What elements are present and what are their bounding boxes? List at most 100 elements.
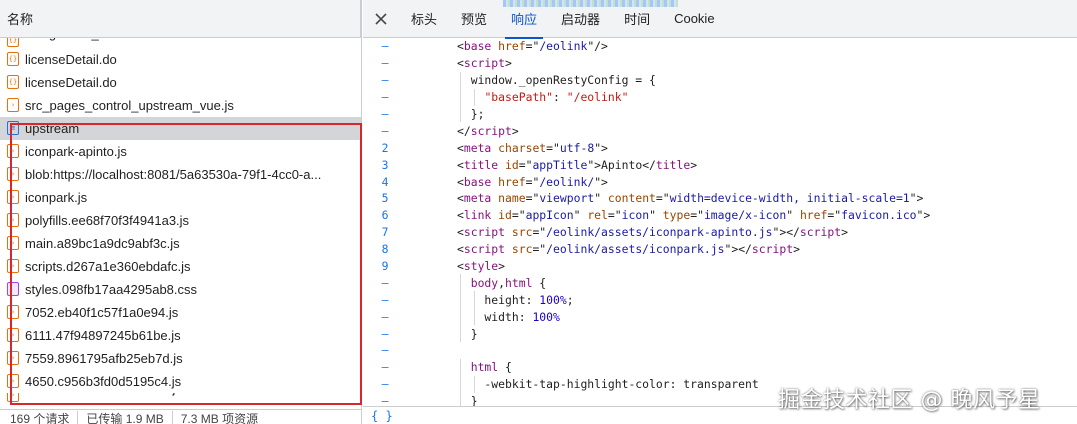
code-text: <style> bbox=[457, 259, 505, 273]
request-row[interactable]: › 7559.8961795afb25eb7d.js bbox=[0, 347, 361, 370]
details-tabbar: 标头 预览 响应 启动器 时间 Cookie bbox=[363, 0, 1077, 39]
script-file-icon: › bbox=[7, 259, 19, 273]
tab-0[interactable]: 标头 bbox=[399, 0, 449, 38]
code-line: – }; bbox=[363, 105, 1077, 123]
indent-guide bbox=[473, 375, 475, 393]
stylesheet-file-icon bbox=[7, 282, 19, 296]
code-text: html { bbox=[457, 360, 512, 374]
code-line: 2 <meta charset="utf-8"> bbox=[363, 139, 1077, 156]
request-name: iconpark.js bbox=[25, 189, 88, 205]
request-row[interactable]: › 7052.eb40f1c57f1a0e94.js bbox=[0, 301, 361, 324]
code-token: html bbox=[470, 360, 499, 375]
request-name: licenseDetail.do bbox=[25, 51, 117, 67]
name-column-header[interactable]: 名称 bbox=[0, 0, 361, 38]
code-line: – window._openRestyConfig = { bbox=[363, 71, 1077, 89]
request-row[interactable]: ≡ upstream bbox=[0, 117, 361, 140]
script-file-icon: › bbox=[7, 374, 19, 388]
request-name: isLogin.do?_=0.6108538516273374 bbox=[25, 38, 233, 41]
code-token: "> bbox=[916, 208, 931, 223]
request-row[interactable]: › scripts.d267a1e360ebdafc.js bbox=[0, 255, 361, 278]
code-token: /eolink/ bbox=[539, 174, 595, 189]
code-token: " bbox=[786, 208, 800, 223]
code-text: body,html { bbox=[457, 276, 546, 290]
indent-guide bbox=[460, 358, 461, 376]
script-file-icon: › bbox=[7, 236, 19, 250]
request-row[interactable]: › src_pages_control_upstream_vue.js bbox=[0, 94, 361, 117]
script-file-icon: › bbox=[7, 393, 19, 402]
code-line: 3 <title id="appTitle">Apinto</title> bbox=[363, 156, 1077, 173]
request-name: 7559.8961795afb25eb7d.js bbox=[25, 350, 183, 366]
line-number: 2 bbox=[381, 140, 389, 155]
code-token: ; bbox=[566, 292, 574, 307]
code-token: id bbox=[505, 157, 519, 172]
request-list: {} isLogin.do?_=0.6108538516273374 {} licen… bbox=[0, 38, 361, 403]
code-token: src bbox=[511, 225, 533, 240]
code-token: rel bbox=[587, 208, 608, 223]
request-name: main.a89bc1a9dc9abf3c.js bbox=[25, 235, 180, 251]
line-number: 8 bbox=[381, 242, 389, 257]
code-token: content bbox=[607, 191, 656, 206]
code-token: meta bbox=[463, 140, 492, 155]
code-token: </ bbox=[457, 123, 471, 138]
indent-guide bbox=[460, 291, 461, 309]
column-divider[interactable] bbox=[360, 0, 361, 38]
code-text: <title id="appTitle">Apinto</title> bbox=[457, 158, 697, 172]
tab-1[interactable]: 预览 bbox=[449, 0, 499, 38]
code-line: – body,html { bbox=[363, 274, 1077, 292]
request-row[interactable]: › 5295.b767b5b5b5c2b9fe.js bbox=[0, 393, 361, 403]
tab-5[interactable]: Cookie bbox=[662, 0, 726, 38]
braces-icon[interactable]: { } bbox=[371, 409, 393, 423]
code-token: type bbox=[662, 208, 691, 223]
code-token: /eolink bbox=[539, 39, 588, 54]
request-name: src_pages_control_upstream_vue.js bbox=[25, 97, 234, 113]
divider bbox=[77, 411, 79, 424]
line-number: – bbox=[381, 377, 389, 392]
code-token: appIcon bbox=[525, 208, 574, 223]
line-number: – bbox=[381, 292, 389, 307]
request-row[interactable]: › polyfills.ee68f70f3f4941a3.js bbox=[0, 209, 361, 232]
request-row[interactable]: › iconpark-apinto.js bbox=[0, 140, 361, 163]
request-row[interactable]: › 4650.c956b3fd0d5195c4.js bbox=[0, 370, 361, 393]
code-line: 4 <base href="/eolink/"> bbox=[363, 173, 1077, 190]
code-token: > bbox=[505, 56, 512, 71]
code-token: > bbox=[498, 259, 506, 274]
script-file-icon: › bbox=[7, 213, 19, 227]
line-number: 7 bbox=[381, 225, 389, 240]
indent-guide bbox=[460, 88, 461, 106]
code-token: }; bbox=[457, 107, 485, 121]
response-source-view[interactable]: – <base href="/eolink"/> – <script> – window… bbox=[363, 38, 1077, 410]
request-row[interactable]: {} licenseDetail.do bbox=[0, 48, 361, 71]
code-token: =" bbox=[827, 208, 842, 223]
line-number: – bbox=[381, 309, 389, 324]
code-token: < bbox=[457, 225, 464, 240]
request-row[interactable]: {} isLogin.do?_=0.6108538516273374 bbox=[0, 38, 361, 48]
code-token: script bbox=[463, 225, 506, 240]
code-token: < bbox=[457, 56, 464, 71]
request-row[interactable]: › blob:https://localhost:8081/5a63530a-79… bbox=[0, 163, 361, 186]
code-text: window._openRestyConfig = { bbox=[457, 73, 656, 87]
line-number: 3 bbox=[381, 157, 389, 172]
document-file-icon: ≡ bbox=[7, 121, 19, 135]
tab-4[interactable]: 时间 bbox=[612, 0, 662, 38]
close-icon[interactable] bbox=[363, 0, 399, 38]
fetch-xhr-icon: {} bbox=[7, 38, 19, 47]
request-row[interactable]: › 6111.47f94897245b61be.js bbox=[0, 324, 361, 347]
request-row[interactable]: › iconpark.js bbox=[0, 186, 361, 209]
code-token: favicon.ico bbox=[841, 208, 917, 223]
code-token: title bbox=[463, 157, 499, 172]
line-number: – bbox=[381, 73, 389, 88]
request-row[interactable]: › main.a89bc1a9dc9abf3c.js bbox=[0, 232, 361, 255]
request-row[interactable]: styles.098fb17aa4295ab8.css bbox=[0, 278, 361, 301]
indent-guide bbox=[473, 88, 475, 106]
code-token: utf-8 bbox=[559, 140, 595, 155]
code-token: script bbox=[799, 225, 842, 240]
tab-3[interactable]: 启动器 bbox=[549, 0, 612, 38]
code-token: =" bbox=[532, 225, 547, 240]
code-token: "basePath" bbox=[484, 90, 554, 105]
tab-2[interactable]: 响应 bbox=[499, 0, 549, 39]
code-token: =" bbox=[525, 191, 540, 206]
request-name: 6111.47f94897245b61be.js bbox=[25, 327, 181, 343]
code-token: < bbox=[457, 242, 464, 257]
request-row[interactable]: {} licenseDetail.do bbox=[0, 71, 361, 94]
